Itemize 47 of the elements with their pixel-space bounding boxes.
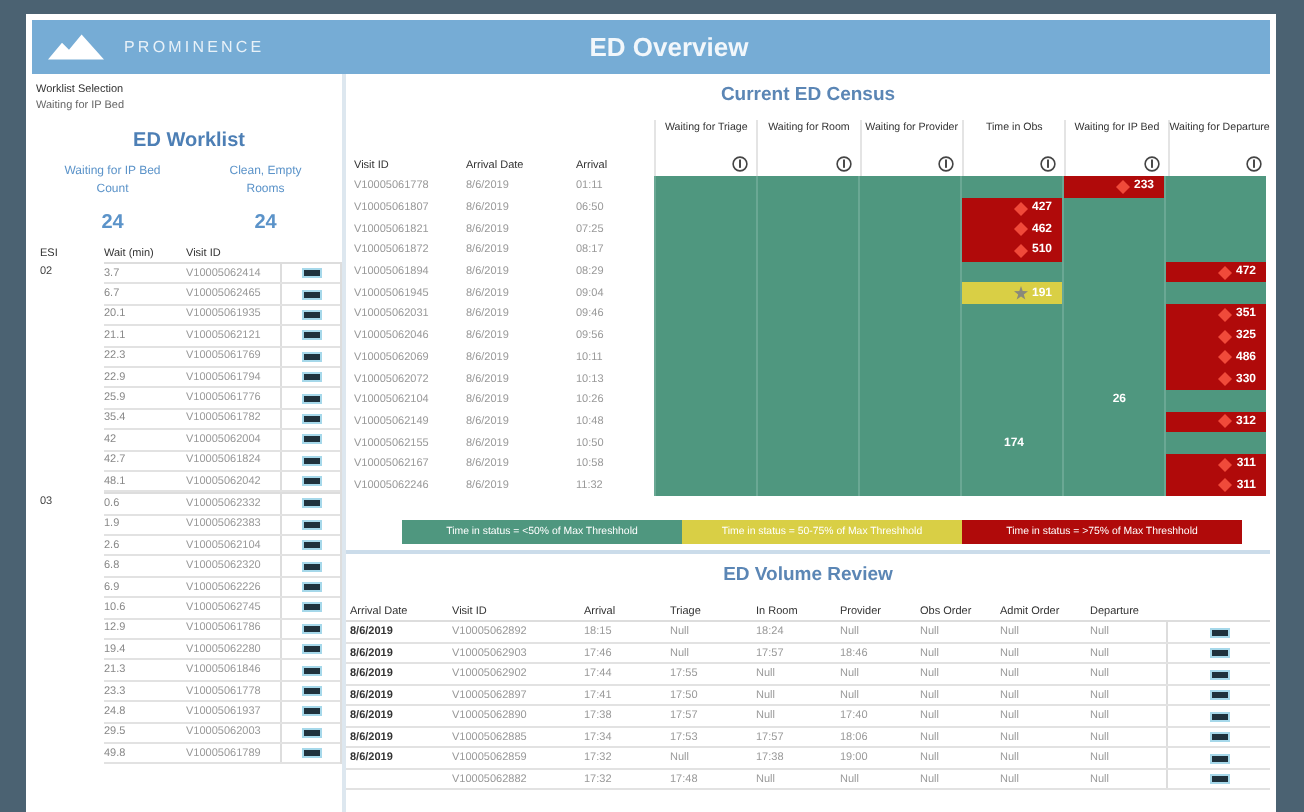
bar-icon[interactable]	[1209, 774, 1229, 785]
bar-icon[interactable]	[301, 706, 321, 717]
section-title: ED Volume Review	[721, 564, 895, 591]
bar-icon[interactable]	[301, 748, 321, 759]
section-title: ED Worklist	[131, 130, 247, 152]
bar-icon[interactable]	[301, 602, 321, 613]
bar-icon[interactable]	[301, 289, 321, 300]
info-icon[interactable]	[1040, 156, 1057, 172]
bar-icon[interactable]	[301, 309, 321, 320]
bar-icon[interactable]	[301, 686, 321, 696]
bar-icon[interactable]	[301, 540, 321, 551]
info-icon[interactable]	[835, 156, 852, 172]
bar-icon[interactable]	[1209, 711, 1229, 722]
bar-icon[interactable]	[301, 665, 321, 676]
bar-icon[interactable]	[1209, 627, 1229, 638]
star-icon	[1013, 286, 1028, 301]
info-icon[interactable]	[1245, 156, 1262, 172]
bar-icon[interactable]	[301, 476, 321, 487]
bar-icon[interactable]	[301, 351, 321, 362]
mountain-logo-icon	[48, 34, 104, 60]
bar-icon[interactable]	[301, 519, 321, 530]
bar-icon[interactable]	[301, 372, 321, 383]
bar-icon[interactable]	[1209, 690, 1229, 701]
bar-icon[interactable]	[301, 644, 321, 655]
bar-icon[interactable]	[301, 498, 321, 509]
stat-value: 24	[101, 212, 124, 234]
bar-icon[interactable]	[301, 582, 321, 593]
bar-icon[interactable]	[1209, 753, 1229, 764]
page-title: ED Overview	[587, 32, 751, 62]
bar-icon[interactable]	[301, 330, 321, 341]
section-title: Current ED Census	[718, 84, 898, 110]
stat-value: 24	[254, 212, 277, 234]
bar-icon[interactable]	[301, 727, 321, 738]
info-icon[interactable]	[1143, 156, 1160, 172]
bar-icon[interactable]	[1209, 669, 1229, 680]
bar-icon[interactable]	[301, 434, 321, 445]
bar-icon[interactable]	[1209, 648, 1229, 659]
bar-icon[interactable]	[301, 393, 321, 404]
bar-icon[interactable]	[301, 623, 321, 634]
bar-icon[interactable]	[301, 561, 321, 572]
brand-name: PROMINENCE	[124, 38, 265, 56]
bar-icon[interactable]	[301, 268, 321, 279]
bar-icon[interactable]	[301, 455, 321, 466]
bar-icon[interactable]	[1209, 732, 1229, 743]
info-icon[interactable]	[732, 156, 749, 172]
info-icon[interactable]	[937, 156, 954, 172]
bar-icon[interactable]	[301, 413, 321, 424]
